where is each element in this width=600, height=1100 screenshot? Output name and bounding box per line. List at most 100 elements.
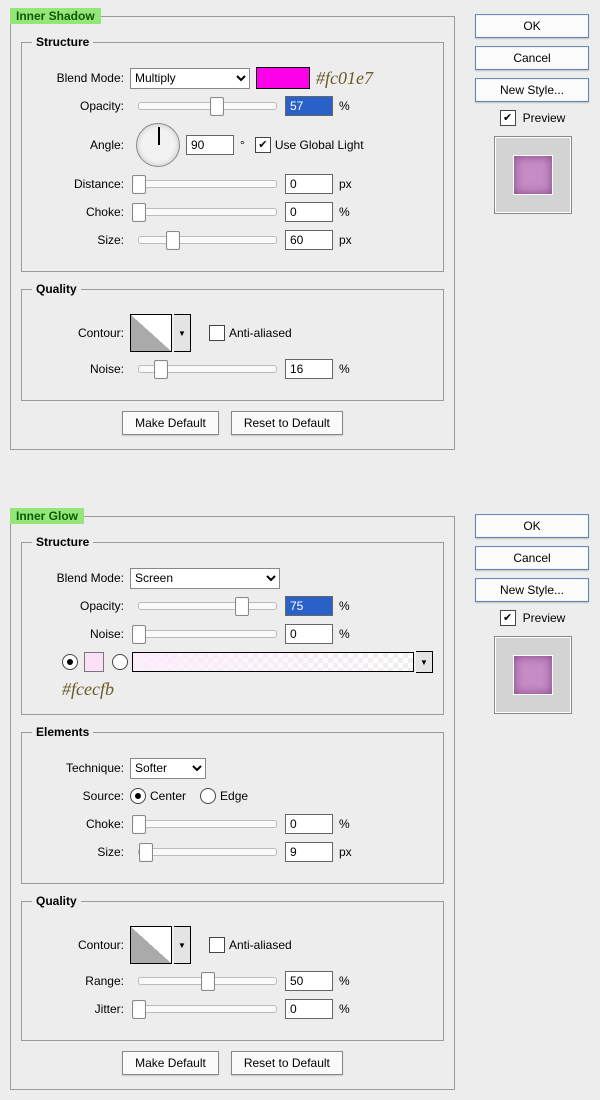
choke-slider[interactable]: [138, 208, 277, 216]
contour-dropdown-2[interactable]: ▼: [174, 926, 191, 964]
angle-input[interactable]: 90: [186, 135, 234, 155]
gradient-dropdown[interactable]: ▼: [416, 651, 433, 673]
opacity-unit: %: [339, 99, 350, 113]
size-label: Size:: [32, 233, 130, 247]
range-label: Range:: [32, 974, 130, 988]
section-tag-inner-glow: Inner Glow: [10, 508, 84, 524]
source-edge-label: Edge: [220, 789, 248, 803]
noise-input[interactable]: 16: [285, 359, 333, 379]
jitter-input[interactable]: 0: [285, 999, 333, 1019]
preview-checkbox-2[interactable]: ✔: [500, 610, 516, 626]
new-style-button[interactable]: New Style...: [475, 78, 589, 102]
reset-default-button[interactable]: Reset to Default: [231, 411, 343, 435]
preview-swatch-2: [514, 656, 552, 694]
noise-label: Noise:: [32, 362, 130, 376]
angle-unit: °: [240, 138, 245, 152]
section-tag-inner-shadow: Inner Shadow: [10, 8, 101, 24]
cancel-button-2[interactable]: Cancel: [475, 546, 589, 570]
glow-color-hex-annotation: #fcecfb: [62, 679, 114, 699]
preview-label-2: Preview: [523, 611, 566, 625]
structure-group: Structure Blend Mode: Multiply #fc01e7 O…: [21, 35, 444, 272]
antialias-label: Anti-aliased: [229, 326, 292, 340]
opacity-label-2: Opacity:: [32, 599, 130, 613]
noise-slider[interactable]: [138, 365, 277, 373]
opacity-slider[interactable]: [138, 102, 277, 110]
choke-slider-2[interactable]: [138, 820, 277, 828]
range-slider[interactable]: [138, 977, 277, 985]
antialias-checkbox-2[interactable]: [209, 937, 225, 953]
inner-glow-panel: Structure Blend Mode: Screen Opacity: 75…: [10, 516, 455, 1090]
preview-checkbox[interactable]: ✔: [500, 110, 516, 126]
contour-swatch[interactable]: [130, 314, 172, 352]
size-slider[interactable]: [138, 236, 277, 244]
antialias-checkbox[interactable]: [209, 325, 225, 341]
size-unit: px: [339, 233, 352, 247]
color-radio[interactable]: [62, 654, 78, 670]
preview-label: Preview: [523, 111, 566, 125]
make-default-button-2[interactable]: Make Default: [122, 1051, 219, 1075]
contour-dropdown[interactable]: ▼: [174, 314, 191, 352]
preview-box: [494, 136, 572, 214]
angle-dial[interactable]: [136, 123, 180, 167]
use-global-light-label: Use Global Light: [275, 138, 364, 152]
use-global-light-checkbox[interactable]: ✔: [255, 137, 271, 153]
choke-input-2[interactable]: 0: [285, 814, 333, 834]
size-label-2: Size:: [32, 845, 130, 859]
source-center-radio[interactable]: [130, 788, 146, 804]
gradient-radio[interactable]: [112, 654, 128, 670]
source-edge-radio[interactable]: [200, 788, 216, 804]
color-swatch[interactable]: [256, 67, 310, 89]
range-input[interactable]: 50: [285, 971, 333, 991]
choke-label: Choke:: [32, 205, 130, 219]
opacity-input-2[interactable]: 75: [285, 596, 333, 616]
preview-box-2: [494, 636, 572, 714]
elements-group: Elements Technique: Softer Source: Cente…: [21, 725, 444, 884]
ok-button[interactable]: OK: [475, 14, 589, 38]
contour-label: Contour:: [32, 326, 130, 340]
choke-input[interactable]: 0: [285, 202, 333, 222]
choke-label-2: Choke:: [32, 817, 130, 831]
quality-legend-2: Quality: [32, 894, 81, 908]
technique-select[interactable]: Softer: [130, 758, 206, 779]
color-hex-annotation: #fc01e7: [316, 68, 373, 89]
contour-swatch-2[interactable]: [130, 926, 172, 964]
elements-legend: Elements: [32, 725, 93, 739]
noise-slider-2[interactable]: [138, 630, 277, 638]
jitter-label: Jitter:: [32, 1002, 130, 1016]
structure-group-2: Structure Blend Mode: Screen Opacity: 75…: [21, 535, 444, 715]
blend-mode-label: Blend Mode:: [32, 71, 130, 85]
noise-label-2: Noise:: [32, 627, 130, 641]
blend-mode-select-2[interactable]: Screen: [130, 568, 280, 589]
distance-label: Distance:: [32, 177, 130, 191]
size-slider-2[interactable]: [138, 848, 277, 856]
ok-button-2[interactable]: OK: [475, 514, 589, 538]
source-center-label: Center: [150, 789, 186, 803]
distance-slider[interactable]: [138, 180, 277, 188]
opacity-slider-2[interactable]: [138, 602, 277, 610]
noise-input-2[interactable]: 0: [285, 624, 333, 644]
size-input-2[interactable]: 9: [285, 842, 333, 862]
angle-label: Angle:: [32, 138, 130, 152]
structure-legend-2: Structure: [32, 535, 93, 549]
noise-unit: %: [339, 362, 350, 376]
jitter-slider[interactable]: [138, 1005, 277, 1013]
structure-legend: Structure: [32, 35, 93, 49]
glow-gradient-swatch[interactable]: [132, 652, 414, 672]
quality-group: Quality Contour: ▼ Anti-aliased Noise: 1…: [21, 282, 444, 401]
antialias-label-2: Anti-aliased: [229, 938, 292, 952]
contour-label-2: Contour:: [32, 938, 130, 952]
cancel-button[interactable]: Cancel: [475, 46, 589, 70]
technique-label: Technique:: [32, 761, 130, 775]
make-default-button[interactable]: Make Default: [122, 411, 219, 435]
glow-color-swatch[interactable]: [84, 652, 104, 672]
distance-input[interactable]: 0: [285, 174, 333, 194]
source-label: Source:: [32, 789, 130, 803]
preview-swatch: [514, 156, 552, 194]
quality-group-2: Quality Contour: ▼ Anti-aliased Range: 5…: [21, 894, 444, 1041]
blend-mode-select[interactable]: Multiply: [130, 68, 250, 89]
new-style-button-2[interactable]: New Style...: [475, 578, 589, 602]
size-input[interactable]: 60: [285, 230, 333, 250]
distance-unit: px: [339, 177, 352, 191]
reset-default-button-2[interactable]: Reset to Default: [231, 1051, 343, 1075]
opacity-input[interactable]: 57: [285, 96, 333, 116]
